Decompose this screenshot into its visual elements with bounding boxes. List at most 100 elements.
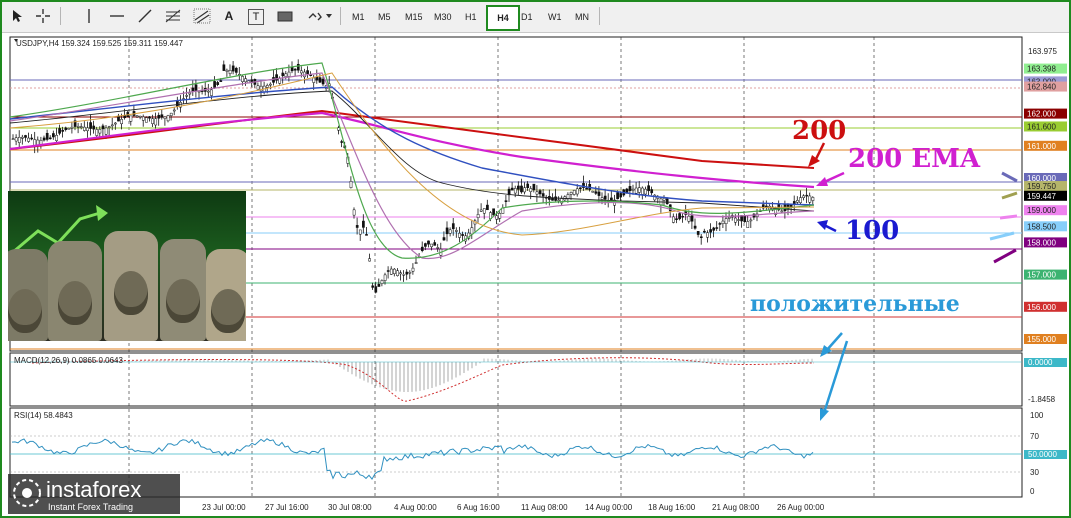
label-tool[interactable]: T	[248, 9, 264, 25]
candle	[520, 178, 523, 194]
candle	[92, 120, 96, 134]
candle	[358, 229, 362, 241]
arrow-15975-icon	[1001, 191, 1018, 200]
candle	[668, 204, 672, 218]
candle	[39, 136, 43, 149]
time-label: 4 Aug 00:00	[394, 503, 437, 512]
candle	[792, 195, 796, 212]
candle	[653, 194, 657, 202]
candle	[216, 81, 220, 87]
symbol-info: USDJPY,H4 159.324 159.525 159.311 159.44…	[16, 39, 184, 48]
candle	[458, 226, 461, 243]
timeframe-m15[interactable]: M15	[401, 5, 427, 29]
time-label: 21 Aug 08:00	[712, 503, 760, 512]
timeframe-d1[interactable]: D1	[517, 5, 537, 29]
candle	[535, 185, 539, 203]
candle	[811, 196, 815, 205]
brand-tagline: Instant Forex Trading	[48, 502, 134, 512]
timeframe-mn[interactable]: MN	[571, 5, 593, 29]
candle	[765, 200, 768, 211]
fibonacci-icon[interactable]	[162, 5, 184, 27]
candle	[14, 134, 18, 146]
crosshair-icon[interactable]	[32, 5, 54, 27]
toolbar: A T M1 M5 M15 M30 H1 H4 D1 W1 MN	[2, 2, 1069, 33]
candle	[256, 82, 260, 90]
cursor-icon[interactable]	[6, 5, 28, 27]
arrows-icon[interactable]	[306, 5, 334, 27]
channel-icon[interactable]	[191, 5, 213, 27]
candle	[399, 270, 402, 281]
candle	[21, 134, 24, 145]
candle	[129, 115, 133, 126]
timeframe-w1[interactable]: W1	[544, 5, 566, 29]
rectangle-icon[interactable]	[274, 5, 296, 27]
candle	[281, 68, 285, 84]
candle	[799, 190, 802, 205]
toolbar-separator	[599, 7, 600, 25]
price-tag-label: 159.447	[1027, 192, 1056, 201]
candle	[275, 68, 278, 84]
candle	[55, 127, 58, 143]
candle	[482, 208, 486, 220]
time-label: 14 Aug 00:00	[585, 503, 633, 512]
candle	[303, 68, 306, 84]
horizontal-line-icon[interactable]	[106, 5, 128, 27]
banknote-roll	[160, 239, 206, 341]
candle	[405, 269, 409, 281]
price-tag-label: 158.000	[1027, 238, 1056, 247]
candle	[172, 106, 176, 116]
candle	[678, 212, 681, 221]
candle	[30, 134, 34, 141]
candle	[492, 208, 495, 216]
timeframe-h4[interactable]: H4	[486, 5, 520, 31]
trendline-icon[interactable]	[134, 5, 156, 27]
candle	[393, 267, 396, 277]
timeframe-m1[interactable]: M1	[348, 5, 369, 29]
time-label: 6 Aug 16:00	[457, 503, 500, 512]
timeframe-m5[interactable]: M5	[374, 5, 395, 29]
arrow-158-icon	[993, 248, 1017, 264]
candle	[427, 240, 430, 248]
macd-scale-top: 0.0000	[1028, 358, 1053, 367]
candle	[365, 227, 368, 236]
candle	[17, 130, 21, 148]
candle	[234, 66, 238, 76]
text-tool[interactable]: A	[218, 5, 240, 27]
timeframe-h1[interactable]: H1	[461, 5, 481, 29]
price-label: 163.975	[1028, 47, 1057, 56]
banknote-roll	[48, 241, 102, 341]
candle	[11, 134, 15, 140]
candle	[389, 266, 393, 275]
timeframe-m30[interactable]: M30	[430, 5, 456, 29]
candle	[684, 204, 688, 221]
candle	[244, 75, 247, 86]
candle	[730, 213, 734, 221]
candle	[64, 126, 68, 132]
price-tag-label: 157.000	[1027, 271, 1056, 280]
banknote-roll	[206, 249, 246, 341]
candle	[306, 66, 309, 78]
vertical-line-icon[interactable]	[78, 5, 100, 27]
candle	[777, 200, 781, 212]
candle	[687, 210, 691, 224]
price-tag-label: 161.600	[1027, 122, 1056, 131]
candle	[690, 210, 694, 230]
candle	[396, 268, 399, 277]
candle	[554, 188, 557, 202]
price-tag-label: 156.000	[1027, 303, 1056, 312]
candle	[24, 134, 27, 142]
price-tag-label: 158.500	[1027, 222, 1056, 231]
candle	[693, 218, 697, 230]
candle	[250, 76, 254, 88]
price-chart[interactable]: USDJPY,H4 159.324 159.525 159.311 159.44…	[2, 33, 1069, 516]
time-label: 23 Jul 00:00	[202, 503, 246, 512]
arrowhead-100-icon	[817, 220, 828, 230]
candle	[479, 203, 483, 213]
candle	[551, 193, 554, 201]
candle	[117, 113, 120, 122]
annotation-positive: положительные	[750, 291, 960, 317]
candle	[42, 135, 46, 142]
candle	[89, 115, 92, 136]
candle	[157, 112, 161, 126]
candle	[504, 194, 508, 208]
